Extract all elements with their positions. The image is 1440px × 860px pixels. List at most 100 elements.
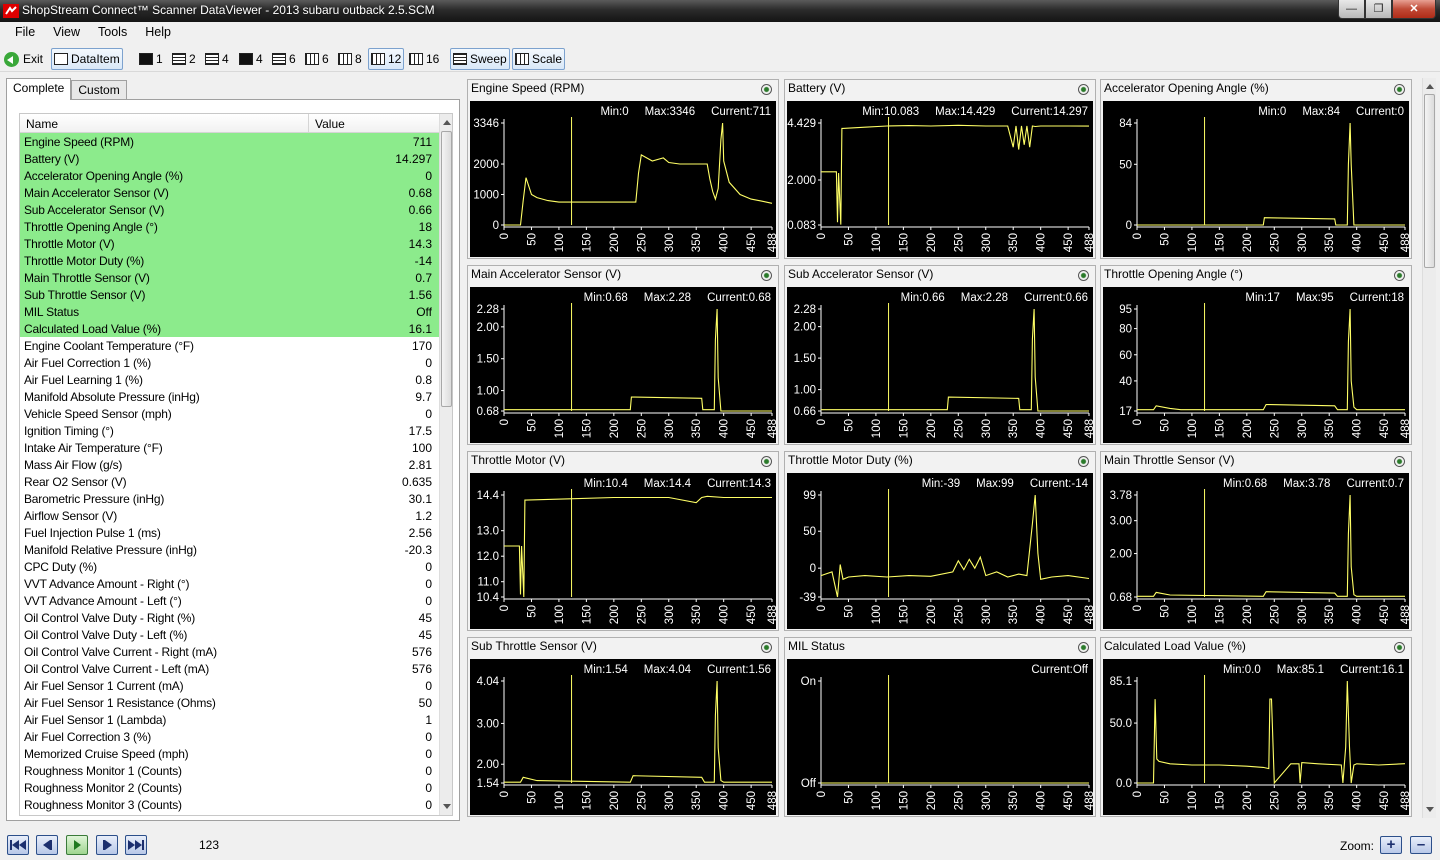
list-item[interactable]: Air Fuel Sensor 1 Resistance (Ohms) 50: [20, 694, 439, 711]
chart-scrollbar[interactable]: [1422, 78, 1436, 818]
close-button[interactable]: ✕: [1392, 0, 1436, 19]
chart-panel-engine-speed-rpm[interactable]: Engine Speed (RPM) Min: 0 Max: 3346 Current…: [467, 79, 779, 259]
list-item[interactable]: Vehicle Speed Sensor (mph) 0: [20, 405, 439, 422]
zoom-in-button[interactable]: +: [1380, 836, 1402, 854]
list-item[interactable]: Throttle Motor (V) 14.3: [20, 235, 439, 252]
list-item[interactable]: Roughness Monitor 2 (Counts) 0: [20, 779, 439, 796]
chart-panel-battery-v[interactable]: Battery (V) Min: 10.083 Max: 14.429 Current…: [784, 79, 1096, 259]
list-item[interactable]: Manifold Relative Pressure (inHg) -20.3: [20, 541, 439, 558]
chart-panel-throttle-motor-v[interactable]: Throttle Motor (V) Min: 10.4 Max: 14.4 Curr…: [467, 451, 779, 631]
list-item[interactable]: Air Fuel Correction 1 (%) 0: [20, 354, 439, 371]
chart-panel-mil-status[interactable]: MIL Status Current: Off Off On 0 50 100 150 200 2…: [784, 637, 1096, 817]
settings-icon[interactable]: [1394, 84, 1405, 95]
list-item[interactable]: Ignition Timing (°) 17.5: [20, 422, 439, 439]
settings-icon[interactable]: [761, 270, 772, 281]
chart-panel-main-throttle-sensor-v[interactable]: Main Throttle Sensor (V) Min: 0.68 Max: 3.…: [1100, 451, 1412, 631]
tab-custom[interactable]: Custom: [71, 80, 127, 100]
settings-icon[interactable]: [1078, 642, 1089, 653]
list-item[interactable]: Air Fuel Sensor 1 Current (mA) 0: [20, 677, 439, 694]
scale-button[interactable]: Scale: [512, 48, 566, 70]
column-name-header[interactable]: Name: [26, 117, 58, 131]
layout-12-button[interactable]: 12: [368, 48, 405, 70]
chart-panel-main-accelerator-sensor-v[interactable]: Main Accelerator Sensor (V) Min: 0.68 Max:…: [467, 265, 779, 445]
settings-icon[interactable]: [1394, 642, 1405, 653]
list-item[interactable]: Main Throttle Sensor (V) 0.7: [20, 269, 439, 286]
chart-plot[interactable]: Min: 10.083 Max: 14.429 Current: 14.297 10.…: [787, 101, 1093, 257]
chart-panel-throttle-opening-angle[interactable]: Throttle Opening Angle (°) Min: 17 Max: 95…: [1100, 265, 1412, 445]
chart-plot[interactable]: Current: Off Off On 0 50 100 150 200 250 300 350 40…: [787, 659, 1093, 815]
list-item[interactable]: Engine Coolant Temperature (°F) 170: [20, 337, 439, 354]
scroll-thumb[interactable]: [1424, 94, 1435, 268]
menu-view[interactable]: View: [44, 22, 89, 44]
list-scrollbar[interactable]: [439, 114, 452, 815]
chart-plot[interactable]: Min: 1.54 Max: 4.04 Current: 1.56 1.54 2.00 3…: [470, 659, 776, 815]
settings-icon[interactable]: [1078, 84, 1089, 95]
last-frame-button[interactable]: [125, 835, 147, 855]
list-item[interactable]: Accelerator Opening Angle (%) 0: [20, 167, 439, 184]
list-item[interactable]: MIL Status Off: [20, 303, 439, 320]
list-item[interactable]: Manifold Absolute Pressure (inHg) 9.7: [20, 388, 439, 405]
chart-plot[interactable]: Min: 17 Max: 95 Current: 18 17 40 60 80 95 0 50 10…: [1103, 287, 1409, 443]
settings-icon[interactable]: [1394, 270, 1405, 281]
list-item[interactable]: Air Fuel Correction 3 (%) 0: [20, 728, 439, 745]
restore-button[interactable]: ❐: [1365, 0, 1392, 19]
previous-frame-button[interactable]: [36, 835, 58, 855]
layout-16-button[interactable]: 16: [407, 48, 441, 70]
menu-file[interactable]: File: [6, 22, 44, 44]
list-item[interactable]: VVT Advance Amount - Right (°) 0: [20, 575, 439, 592]
chart-panel-throttle-motor-duty[interactable]: Throttle Motor Duty (%) Min: -39 Max: 99 Cu…: [784, 451, 1096, 631]
column-value-header[interactable]: Value: [315, 117, 345, 131]
chart-plot[interactable]: Min: 0.68 Max: 2.28 Current: 0.68 0.68 1.00 1…: [470, 287, 776, 443]
menu-help[interactable]: Help: [136, 22, 180, 44]
layout-6-grid-button[interactable]: 6: [303, 48, 331, 70]
list-item[interactable]: Mass Air Flow (g/s) 2.81: [20, 456, 439, 473]
play-button[interactable]: [66, 835, 88, 855]
list-item[interactable]: Air Fuel Sensor 1 (Lambda) 1: [20, 711, 439, 728]
scroll-up-icon[interactable]: [1426, 84, 1434, 89]
chart-plot[interactable]: Min: -39 Max: 99 Current: -14-39050990 50 10…: [787, 473, 1093, 629]
settings-icon[interactable]: [761, 84, 772, 95]
chart-plot[interactable]: Min: 0.0 Max: 85.1 Current: 16.1 0.0 50.0 85.…: [1103, 659, 1409, 815]
menu-tools[interactable]: Tools: [89, 22, 136, 44]
list-item[interactable]: Oil Control Valve Current - Right (mA) 57…: [20, 643, 439, 660]
list-item[interactable]: Oil Control Valve Current - Left (mA) 576: [20, 660, 439, 677]
exit-button[interactable]: Exit: [2, 48, 45, 70]
list-item[interactable]: Throttle Motor Duty (%) -14: [20, 252, 439, 269]
layout-8-button[interactable]: 8: [336, 48, 364, 70]
chart-plot[interactable]: Min: 10.4 Max: 14.4 Current: 14.3 10.4 11.0 1…: [470, 473, 776, 629]
list-item[interactable]: Fuel Injection Pulse 1 (ms) 2.56: [20, 524, 439, 541]
list-item[interactable]: Roughness Monitor 3 (Counts) 0: [20, 796, 439, 813]
list-item[interactable]: CPC Duty (%) 0: [20, 558, 439, 575]
settings-icon[interactable]: [761, 642, 772, 653]
chart-panel-accelerator-opening-angle[interactable]: Accelerator Opening Angle (%) Min: 0 Max: …: [1100, 79, 1412, 259]
settings-icon[interactable]: [761, 456, 772, 467]
dataitem-button[interactable]: DataItem: [51, 48, 123, 70]
list-item[interactable]: Rear O2 Sensor (V) 0.635: [20, 473, 439, 490]
chart-panel-sub-throttle-sensor-v[interactable]: Sub Throttle Sensor (V) Min: 1.54 Max: 4.0…: [467, 637, 779, 817]
sweep-button[interactable]: Sweep: [450, 48, 510, 70]
tab-complete[interactable]: Complete: [6, 78, 72, 100]
list-item[interactable]: Oil Control Valve Duty - Right (%) 45: [20, 609, 439, 626]
list-item[interactable]: Airflow Sensor (V) 1.2: [20, 507, 439, 524]
next-frame-button[interactable]: [96, 835, 118, 855]
column-separator[interactable]: [308, 114, 309, 133]
zoom-out-button[interactable]: –: [1410, 836, 1432, 854]
chart-plot[interactable]: Min: 0.66 Max: 2.28 Current: 0.66 0.66 1.00 1…: [787, 287, 1093, 443]
scroll-thumb[interactable]: [441, 131, 452, 407]
list-item[interactable]: Sub Accelerator Sensor (V) 0.66: [20, 201, 439, 218]
list-item[interactable]: Main Accelerator Sensor (V) 0.68: [20, 184, 439, 201]
layout-4-rows-button[interactable]: 4: [203, 48, 231, 70]
first-frame-button[interactable]: [7, 835, 29, 855]
scroll-down-icon[interactable]: [1426, 807, 1434, 812]
list-item[interactable]: Memorized Cruise Speed (mph) 0: [20, 745, 439, 762]
list-item[interactable]: Sub Throttle Sensor (V) 1.56: [20, 286, 439, 303]
list-item[interactable]: Battery (V) 14.297: [20, 150, 439, 167]
layout-1-button[interactable]: 1: [137, 48, 165, 70]
layout-6-rows-button[interactable]: 6: [270, 48, 298, 70]
scroll-down-icon[interactable]: [443, 804, 451, 809]
list-item[interactable]: Barometric Pressure (inHg) 30.1: [20, 490, 439, 507]
settings-icon[interactable]: [1078, 270, 1089, 281]
list-item[interactable]: Roughness Monitor 1 (Counts) 0: [20, 762, 439, 779]
list-item[interactable]: Throttle Opening Angle (°) 18: [20, 218, 439, 235]
list-item[interactable]: Intake Air Temperature (°F) 100: [20, 439, 439, 456]
